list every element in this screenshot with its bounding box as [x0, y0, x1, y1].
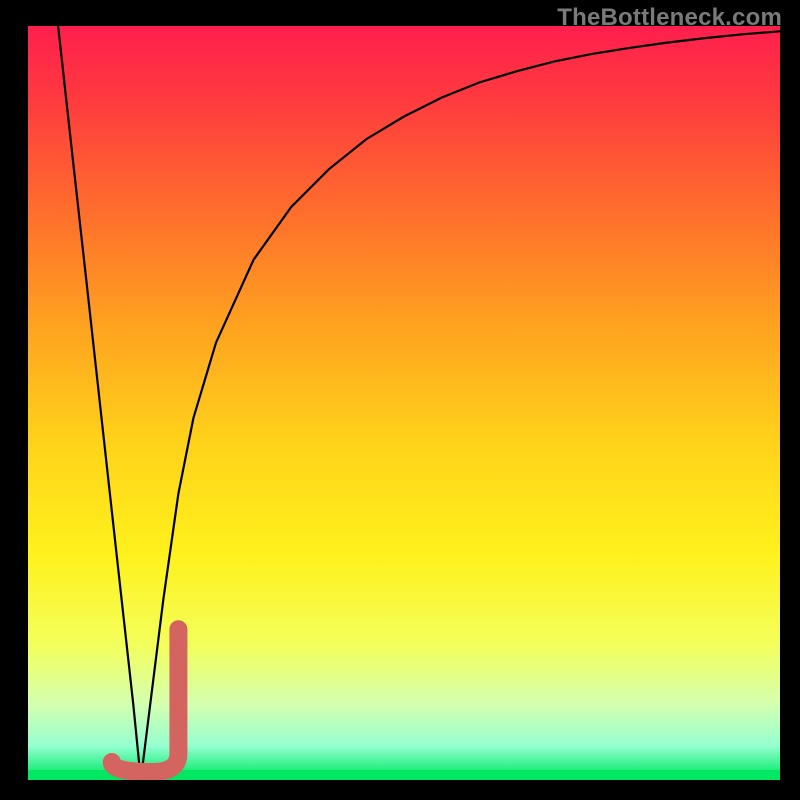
- gradient-background: [28, 26, 780, 780]
- watermark-text: TheBottleneck.com: [557, 4, 782, 32]
- bottleneck-chart: [28, 26, 780, 780]
- chart-frame: TheBottleneck.com: [0, 0, 800, 800]
